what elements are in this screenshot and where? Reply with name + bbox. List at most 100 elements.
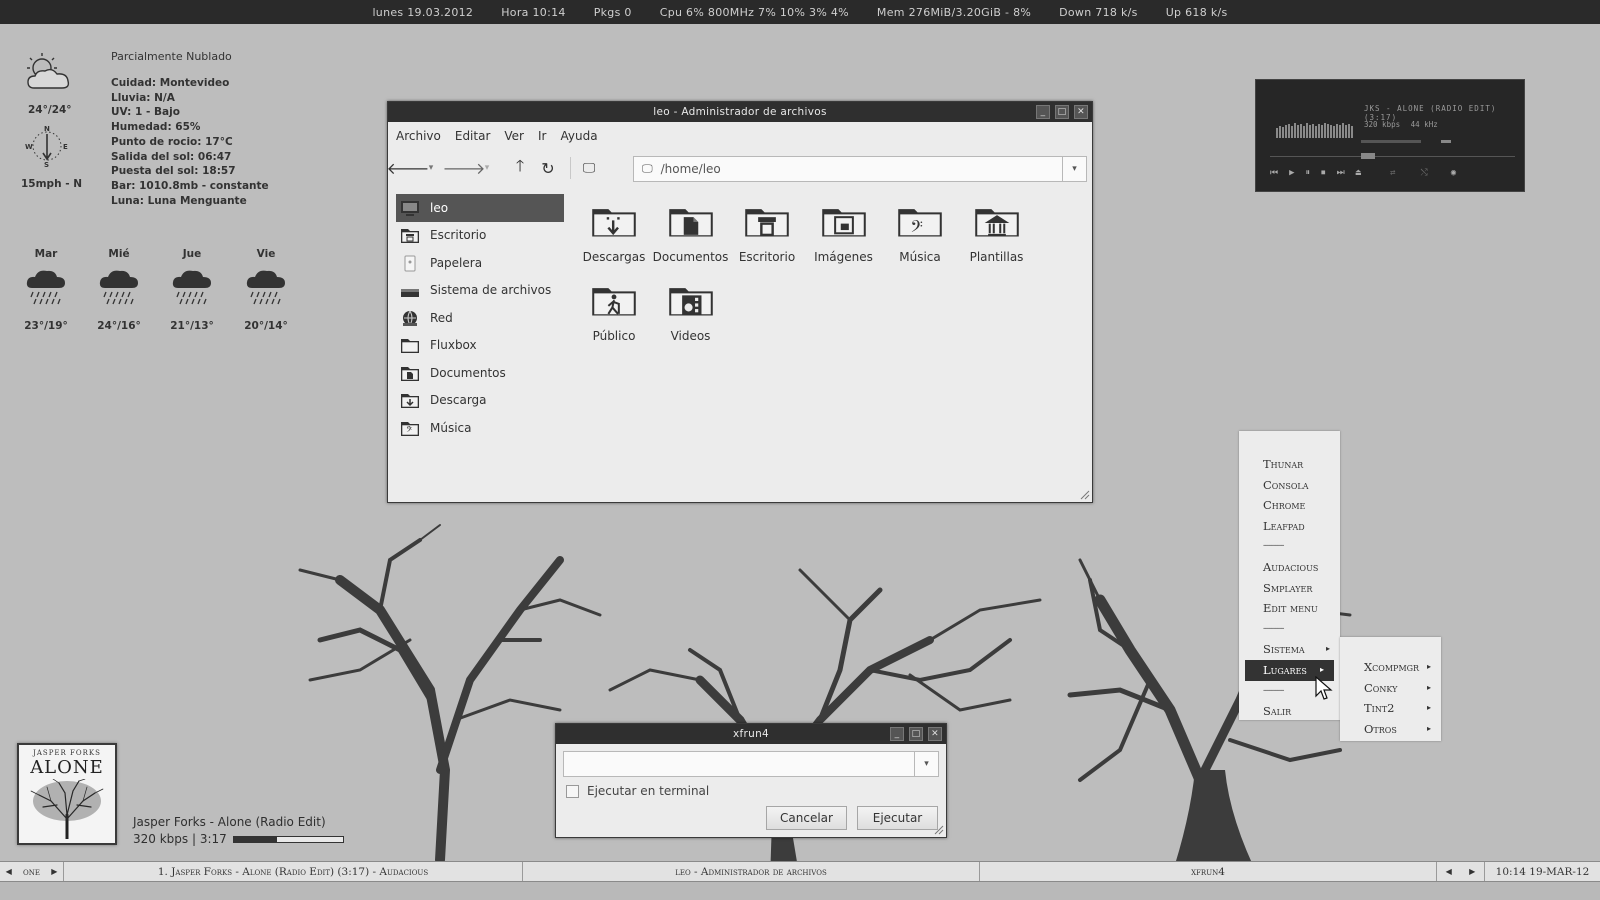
forecast-range: 23°/19°: [24, 320, 68, 332]
folder-item[interactable]: 𝄢 Música: [882, 202, 958, 264]
computer-icon[interactable]: 🖵: [577, 156, 601, 180]
cpu-readout: Cpu 6% 800MHz 7% 10% 3% 4%: [659, 5, 849, 19]
seek-bar-handle[interactable]: [1361, 153, 1375, 159]
up-arrow-icon[interactable]: 🡑: [508, 156, 532, 180]
submenu-item[interactable]: Otros ▸: [1340, 719, 1441, 740]
file-manager-window[interactable]: leo - Administrador de archivos _ □ ✕ Ar…: [387, 101, 1093, 503]
submenu-item[interactable]: Tint2 ▸: [1340, 698, 1441, 719]
submenu-arrow-icon: ▸: [1325, 644, 1330, 654]
previous-window-icon[interactable]: ◀: [1446, 867, 1452, 876]
menu-item[interactable]: Consola: [1239, 475, 1340, 496]
previous-icon[interactable]: ⏮: [1270, 168, 1278, 178]
sidebar-item[interactable]: leo: [396, 194, 564, 222]
folder-item[interactable]: Escritorio: [729, 202, 805, 264]
compass-n: N: [44, 125, 50, 133]
workspace-switcher[interactable]: ◀ one ▶: [0, 862, 64, 881]
back-arrow-icon[interactable]: 🡐: [387, 156, 430, 180]
cancel-button[interactable]: Cancelar: [766, 806, 847, 830]
volume-slider[interactable]: [1361, 140, 1421, 143]
compass-icon: N W E S: [25, 125, 68, 168]
play-icon[interactable]: ▶: [1289, 168, 1294, 178]
forward-history-chevron-icon[interactable]: ▾: [480, 156, 494, 180]
menu-ver[interactable]: Ver: [504, 129, 524, 143]
shuffle-icon[interactable]: ⤭: [1421, 168, 1428, 178]
close-button[interactable]: ✕: [928, 727, 942, 741]
maximize-button[interactable]: □: [909, 727, 923, 741]
places-submenu: Xcompmgr ▸ Conky ▸ Tint2 ▸ Otros ▸: [1340, 637, 1441, 741]
folder-item[interactable]: Videos: [653, 281, 729, 343]
previous-workspace-icon[interactable]: ◀: [6, 867, 12, 876]
submenu-item[interactable]: Xcompmgr ▸: [1340, 657, 1441, 678]
menu-item[interactable]: Thunar: [1239, 454, 1340, 475]
repeat-icon[interactable]: ⇄: [1390, 168, 1395, 178]
folder-item[interactable]: Plantillas: [959, 202, 1035, 264]
compass-s: S: [44, 161, 49, 168]
chevron-down-icon[interactable]: ▾: [914, 752, 938, 776]
menu-item-label: Salir: [1263, 704, 1292, 719]
task-button[interactable]: leo - Administrador de archivos: [523, 862, 980, 881]
window-titlebar[interactable]: xfrun4 _ □ ✕: [556, 724, 946, 744]
task-button[interactable]: xfrun4: [980, 862, 1437, 881]
folder-item[interactable]: Público: [576, 281, 652, 343]
forecast-day-name: Mié: [108, 248, 130, 260]
sidebar-item[interactable]: Escritorio: [396, 222, 564, 250]
reload-icon[interactable]: ↻: [536, 156, 560, 180]
sidebar-item[interactable]: Sistema de archivos: [396, 277, 564, 305]
seek-bar[interactable]: [1270, 156, 1515, 157]
window-titlebar[interactable]: leo - Administrador de archivos _ □ ✕: [388, 102, 1092, 122]
menu-item[interactable]: Salir: [1239, 701, 1340, 722]
sidebar-item[interactable]: Papelera: [396, 249, 564, 277]
run-dialog[interactable]: xfrun4 _ □ ✕ ▾ Ejecutar en terminal Canc…: [555, 723, 947, 838]
compass-w: W: [25, 143, 33, 151]
computer-icon: [401, 200, 419, 216]
menu-item[interactable]: Edit menu: [1239, 598, 1340, 619]
next-workspace-icon[interactable]: ▶: [51, 867, 57, 876]
resize-grip-icon[interactable]: [932, 823, 944, 835]
menu-item[interactable]: Leafpad: [1239, 516, 1340, 537]
audacious-player[interactable]: JKS - ALONE (RADIO EDIT) (3:17) 320 kbps…: [1255, 79, 1525, 192]
next-window-icon[interactable]: ▶: [1469, 867, 1475, 876]
close-button[interactable]: ✕: [1074, 105, 1088, 119]
sidebar-item-label: Documentos: [430, 365, 506, 380]
run-button[interactable]: Ejecutar: [857, 806, 938, 830]
menu-item[interactable]: Sistema ▸: [1239, 639, 1340, 660]
folder-item[interactable]: Imágenes: [806, 202, 882, 264]
pause-icon[interactable]: ⏸: [1306, 168, 1311, 178]
forward-arrow-icon[interactable]: 🡒: [443, 156, 486, 180]
chevron-down-icon[interactable]: ▾: [1062, 157, 1086, 181]
menu-editar[interactable]: Editar: [455, 129, 491, 143]
sidebar-item[interactable]: Documentos: [396, 359, 564, 387]
balance-slider[interactable]: [1441, 140, 1451, 143]
menu-item[interactable]: Smplayer: [1239, 578, 1340, 599]
folder-item[interactable]: Descargas: [576, 202, 652, 264]
settings-icon[interactable]: ◉: [1451, 168, 1456, 178]
task-button[interactable]: 1. Jasper Forks - Alone (Radio Edit) (3:…: [64, 862, 523, 881]
location-bar[interactable]: 🖵 /home/leo ▾: [633, 156, 1087, 182]
svg-text:𝄢: 𝄢: [910, 217, 922, 240]
sidebar-item[interactable]: Red: [396, 304, 564, 332]
menu-archivo[interactable]: Archivo: [396, 129, 441, 143]
command-input[interactable]: ▾: [563, 751, 939, 777]
sidebar-item[interactable]: 𝄢 Música: [396, 414, 564, 442]
maximize-button[interactable]: □: [1055, 105, 1069, 119]
eject-icon[interactable]: ⏏: [1356, 168, 1361, 178]
sidebar-item[interactable]: Descarga: [396, 387, 564, 415]
minimize-button[interactable]: _: [1036, 105, 1050, 119]
stop-icon[interactable]: ⏹: [1321, 168, 1326, 178]
checkbox[interactable]: [566, 784, 579, 798]
minimize-button[interactable]: _: [890, 727, 904, 741]
menu-item-label: Consola: [1263, 477, 1309, 492]
menu-item[interactable]: Chrome: [1239, 495, 1340, 516]
back-history-chevron-icon[interactable]: ▾: [424, 156, 438, 180]
next-icon[interactable]: ⏭: [1337, 168, 1345, 178]
menu-ir[interactable]: Ir: [538, 129, 546, 143]
menu-ayuda[interactable]: Ayuda: [560, 129, 597, 143]
window-cycle[interactable]: ◀ ▶: [1437, 862, 1485, 881]
run-in-terminal-checkbox[interactable]: Ejecutar en terminal: [566, 784, 709, 798]
sidebar-item[interactable]: Fluxbox: [396, 332, 564, 360]
folder-item[interactable]: Documentos: [653, 202, 729, 264]
menu-item[interactable]: Audacious: [1239, 557, 1340, 578]
detail-city: Cuidad: Montevideo: [111, 77, 230, 89]
submenu-item[interactable]: Conky ▸: [1340, 678, 1441, 699]
resize-grip-icon[interactable]: [1078, 488, 1090, 500]
